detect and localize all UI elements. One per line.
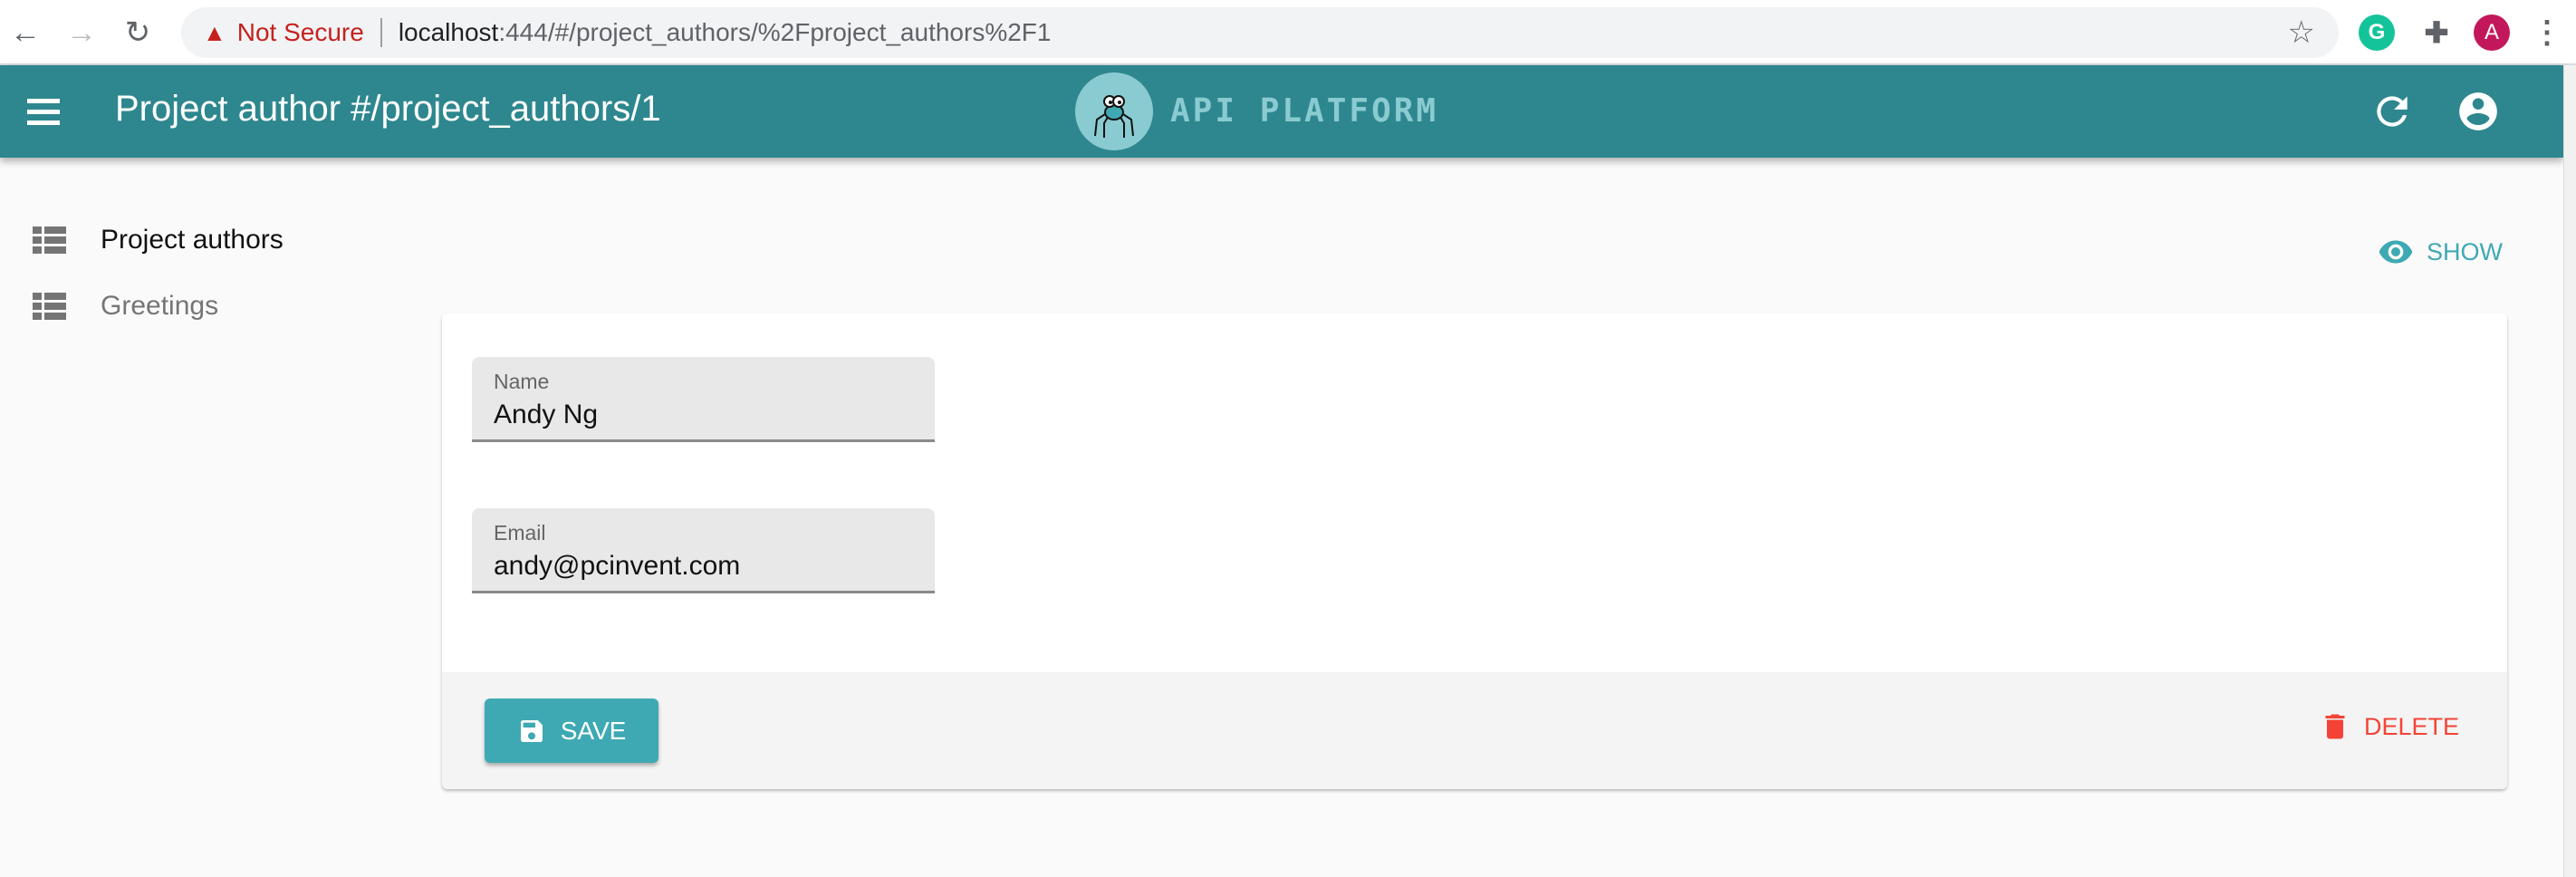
chrome-menu-icon[interactable]: ⋮ [2529, 14, 2565, 51]
grammarly-letter: G [2368, 20, 2386, 44]
back-button[interactable]: ← [5, 13, 45, 53]
logo-text: API PLATFORM [1170, 92, 1439, 130]
warning-icon: ▲ [203, 18, 226, 46]
divider [380, 18, 382, 47]
forward-button[interactable]: → [62, 13, 101, 53]
name-label: Name [494, 370, 550, 393]
sidebar-item-label: Project authors [101, 225, 284, 255]
security-label: Not Secure [236, 18, 364, 46]
refresh-icon[interactable] [2369, 89, 2415, 134]
url-path: :444/#/project_authors/%2Fproject_author… [498, 18, 1052, 46]
save-floppy-icon [520, 719, 543, 742]
list-icon [33, 293, 66, 320]
profile-avatar[interactable]: A [2474, 14, 2510, 51]
email-value[interactable]: andy@pcinvent.com [494, 551, 935, 582]
hamburger-menu-icon[interactable] [27, 91, 71, 132]
list-icon [33, 226, 66, 254]
trash-icon [2325, 714, 2345, 739]
address-bar[interactable]: ▲ Not Secure localhost:444/#/project_aut… [181, 7, 2339, 58]
show-button[interactable]: SHOW [2378, 234, 2503, 270]
delete-button[interactable]: DELETE [2319, 708, 2459, 745]
app-bar: Project author #/project_authors/1 API P… [0, 65, 2563, 158]
show-label: SHOW [2427, 237, 2503, 265]
page-title: Project author #/project_authors/1 [115, 89, 661, 129]
account-circle-icon[interactable] [2456, 89, 2501, 134]
url-host: localhost [398, 18, 499, 46]
eye-icon [2379, 240, 2413, 264]
browser-toolbar: ← → ↻ ▲ Not Secure localhost:444/#/proje… [0, 0, 2576, 65]
edit-form-card: Name Andy Ng Email andy@pcinvent.com SAV… [442, 313, 2507, 789]
extensions-puzzle-icon[interactable]: ✚ [2418, 14, 2455, 51]
grammarly-extension-icon[interactable]: G [2359, 14, 2395, 51]
name-value[interactable]: Andy Ng [494, 400, 935, 430]
save-label: SAVE [560, 716, 627, 745]
name-field[interactable]: Name Andy Ng [472, 357, 935, 442]
api-platform-spider-logo [1075, 72, 1153, 150]
save-button[interactable]: SAVE [485, 699, 658, 763]
profile-initial: A [2484, 20, 2499, 44]
bookmark-star-icon[interactable]: ☆ [2288, 14, 2315, 51]
reload-button[interactable]: ↻ [118, 13, 158, 53]
email-label: Email [494, 521, 546, 545]
form-toolbar: SAVE DELETE [442, 672, 2507, 789]
page-scrollbar[interactable] [2563, 65, 2576, 877]
email-field[interactable]: Email andy@pcinvent.com [472, 508, 935, 593]
delete-label: DELETE [2364, 712, 2460, 740]
sidebar-item-label: Greetings [101, 291, 219, 321]
sidebar-item-project-authors[interactable]: Project authors [33, 225, 284, 255]
sidebar-item-greetings[interactable]: Greetings [33, 291, 218, 322]
